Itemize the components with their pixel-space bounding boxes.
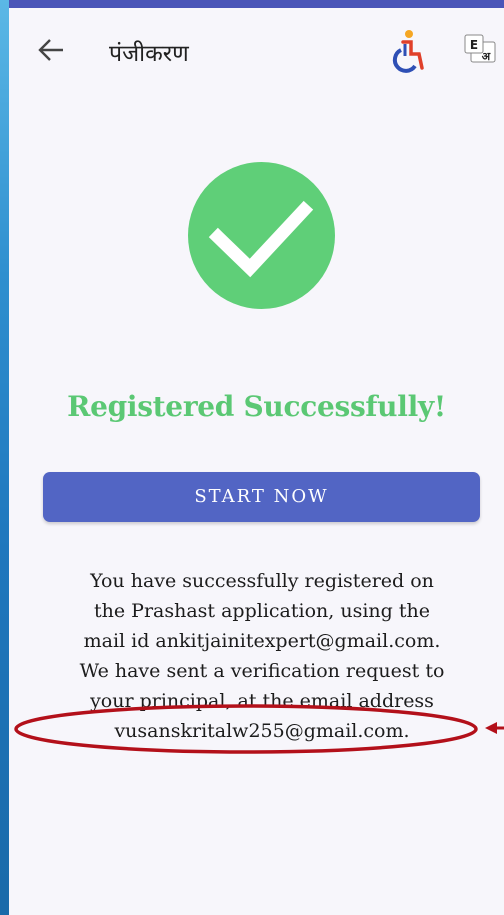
lang-letter-e: E <box>470 38 478 52</box>
success-title: Registered Successfully! <box>67 390 446 423</box>
left-edge-strip <box>0 0 9 915</box>
language-toggle-icon[interactable]: E अ <box>464 34 498 64</box>
message-line: the Prashast application, using the <box>94 600 430 622</box>
status-bar-accent <box>9 0 504 8</box>
highlight-ellipse <box>14 704 478 754</box>
annotation-arrow-head <box>485 722 497 734</box>
page-title: पंजीकरण <box>109 41 189 67</box>
message-line: We have sent a verification request to <box>79 660 445 682</box>
email-highlight-annotation <box>14 704 504 754</box>
check-circle-icon <box>188 162 335 309</box>
app-header: पंजीकरण E अ <box>9 8 504 86</box>
arrow-left-icon[interactable] <box>37 38 65 62</box>
start-now-button[interactable]: START NOW <box>43 472 480 522</box>
accessibility-icon[interactable] <box>389 28 427 74</box>
message-line: You have successfully registered on <box>90 570 434 592</box>
lang-letter-a: अ <box>482 50 491 63</box>
message-line: mail id ankitjainitexpert@gmail.com. <box>83 630 441 652</box>
